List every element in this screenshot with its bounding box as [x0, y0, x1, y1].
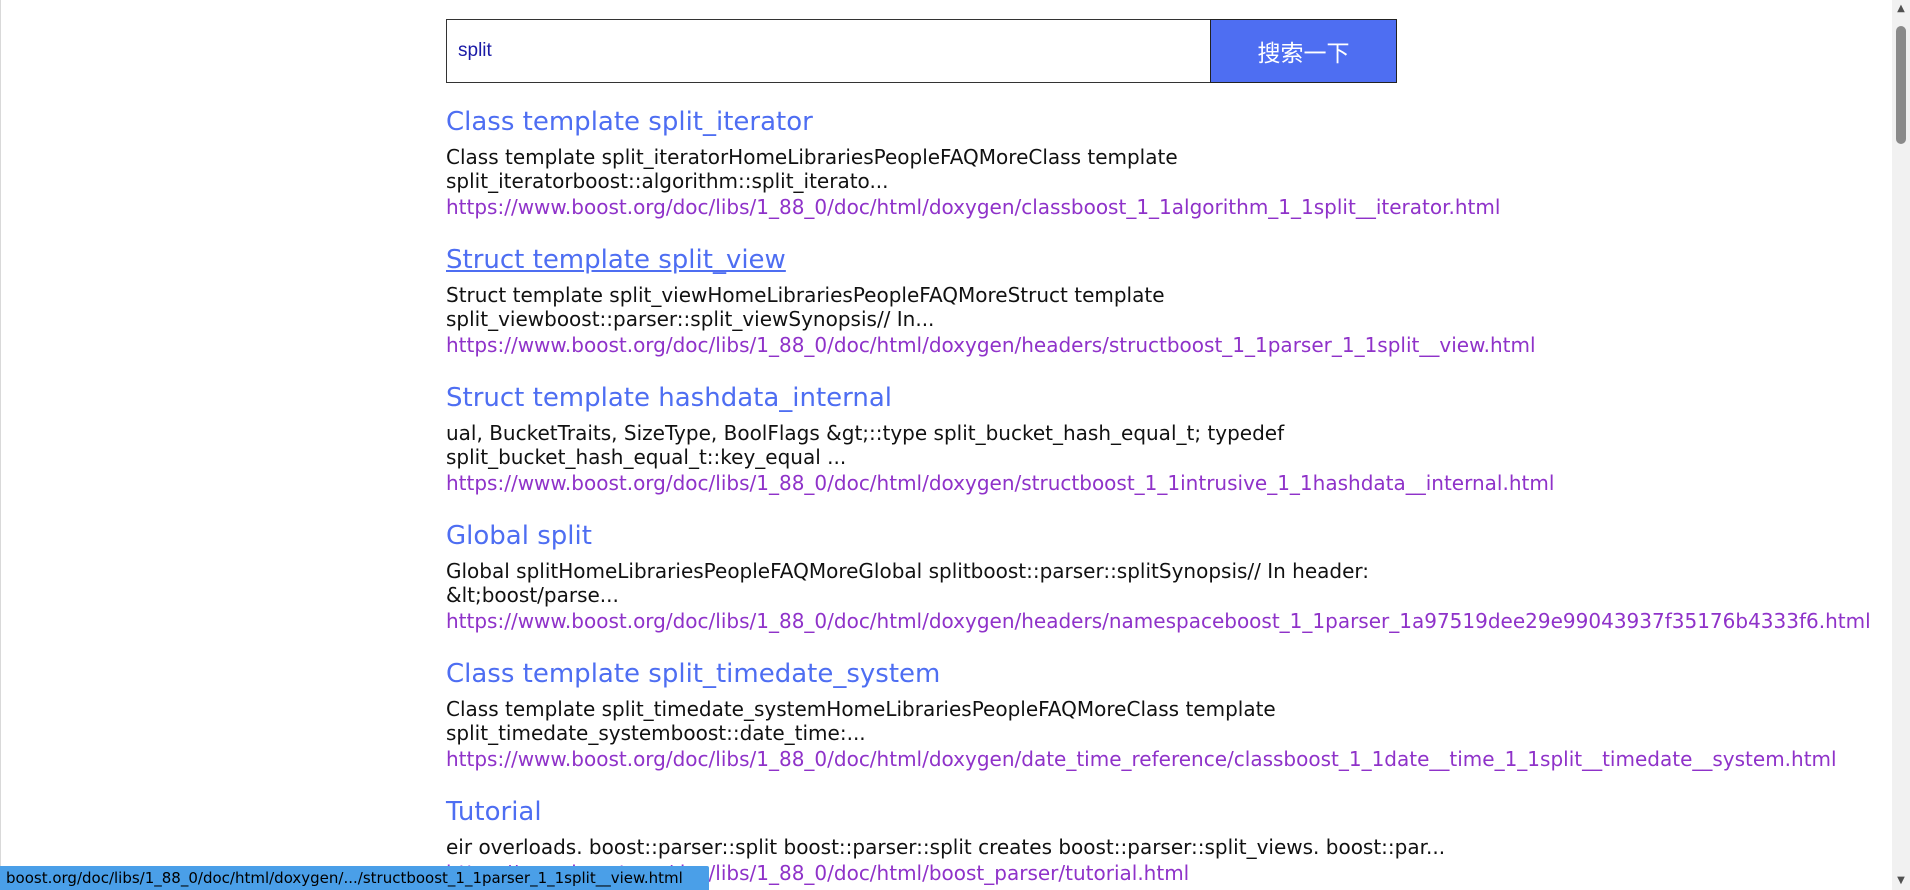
- result-item: Struct template hashdata_internal ual, B…: [446, 379, 1846, 517]
- result-snippet: ual, BucketTraits, SizeType, BoolFlags &…: [446, 421, 1285, 469]
- scroll-up-icon[interactable]: ▲: [1892, 0, 1910, 18]
- result-url-link[interactable]: https://www.boost.org/doc/libs/1_88_0/do…: [446, 607, 1871, 635]
- page: 搜索一下 Class template split_iterator Class…: [0, 0, 1910, 890]
- result-url-link[interactable]: https://www.boost.org/doc/libs/1_88_0/do…: [446, 331, 1846, 359]
- result-item: Class template split_timedate_system Cla…: [446, 655, 1846, 793]
- result-url-link[interactable]: https://www.boost.org/doc/libs/1_88_0/do…: [446, 745, 1846, 773]
- result-title-link[interactable]: Struct template hashdata_internal: [446, 379, 1846, 417]
- link-status-bar: boost.org/doc/libs/1_88_0/doc/html/doxyg…: [0, 866, 709, 890]
- search-button[interactable]: 搜索一下: [1210, 19, 1397, 83]
- result-title-link[interactable]: Global split: [446, 517, 1846, 555]
- search-input[interactable]: [446, 19, 1210, 83]
- result-title-link[interactable]: Struct template split_view: [446, 241, 1846, 279]
- result-item: Struct template split_view Struct templa…: [446, 241, 1846, 379]
- result-item: Class template split_iterator Class temp…: [446, 103, 1846, 241]
- results-list: Class template split_iterator Class temp…: [446, 103, 1871, 890]
- result-title-link[interactable]: Tutorial: [446, 793, 1846, 831]
- result-snippet: eir overloads. boost::parser::split boos…: [446, 835, 1446, 859]
- search-form: 搜索一下: [446, 19, 1397, 83]
- result-snippet: Struct template split_viewHomeLibrariesP…: [446, 283, 1165, 331]
- scrollbar-thumb[interactable]: [1896, 26, 1906, 144]
- result-snippet: Class template split_iteratorHomeLibrari…: [446, 145, 1178, 193]
- result-url-link[interactable]: https://www.boost.org/doc/libs/1_88_0/do…: [446, 469, 1846, 497]
- scroll-down-icon[interactable]: ▼: [1892, 872, 1910, 890]
- result-url-link[interactable]: https://www.boost.org/doc/libs/1_88_0/do…: [446, 193, 1846, 221]
- result-snippet: Global splitHomeLibrariesPeopleFAQMoreGl…: [446, 559, 1370, 607]
- result-item: Global split Global splitHomeLibrariesPe…: [446, 517, 1871, 655]
- result-title-link[interactable]: Class template split_timedate_system: [446, 655, 1846, 693]
- vertical-scrollbar[interactable]: ▲ ▼: [1892, 0, 1910, 890]
- window-edge: [0, 0, 1, 890]
- result-title-link[interactable]: Class template split_iterator: [446, 103, 1846, 141]
- result-snippet: Class template split_timedate_systemHome…: [446, 697, 1276, 745]
